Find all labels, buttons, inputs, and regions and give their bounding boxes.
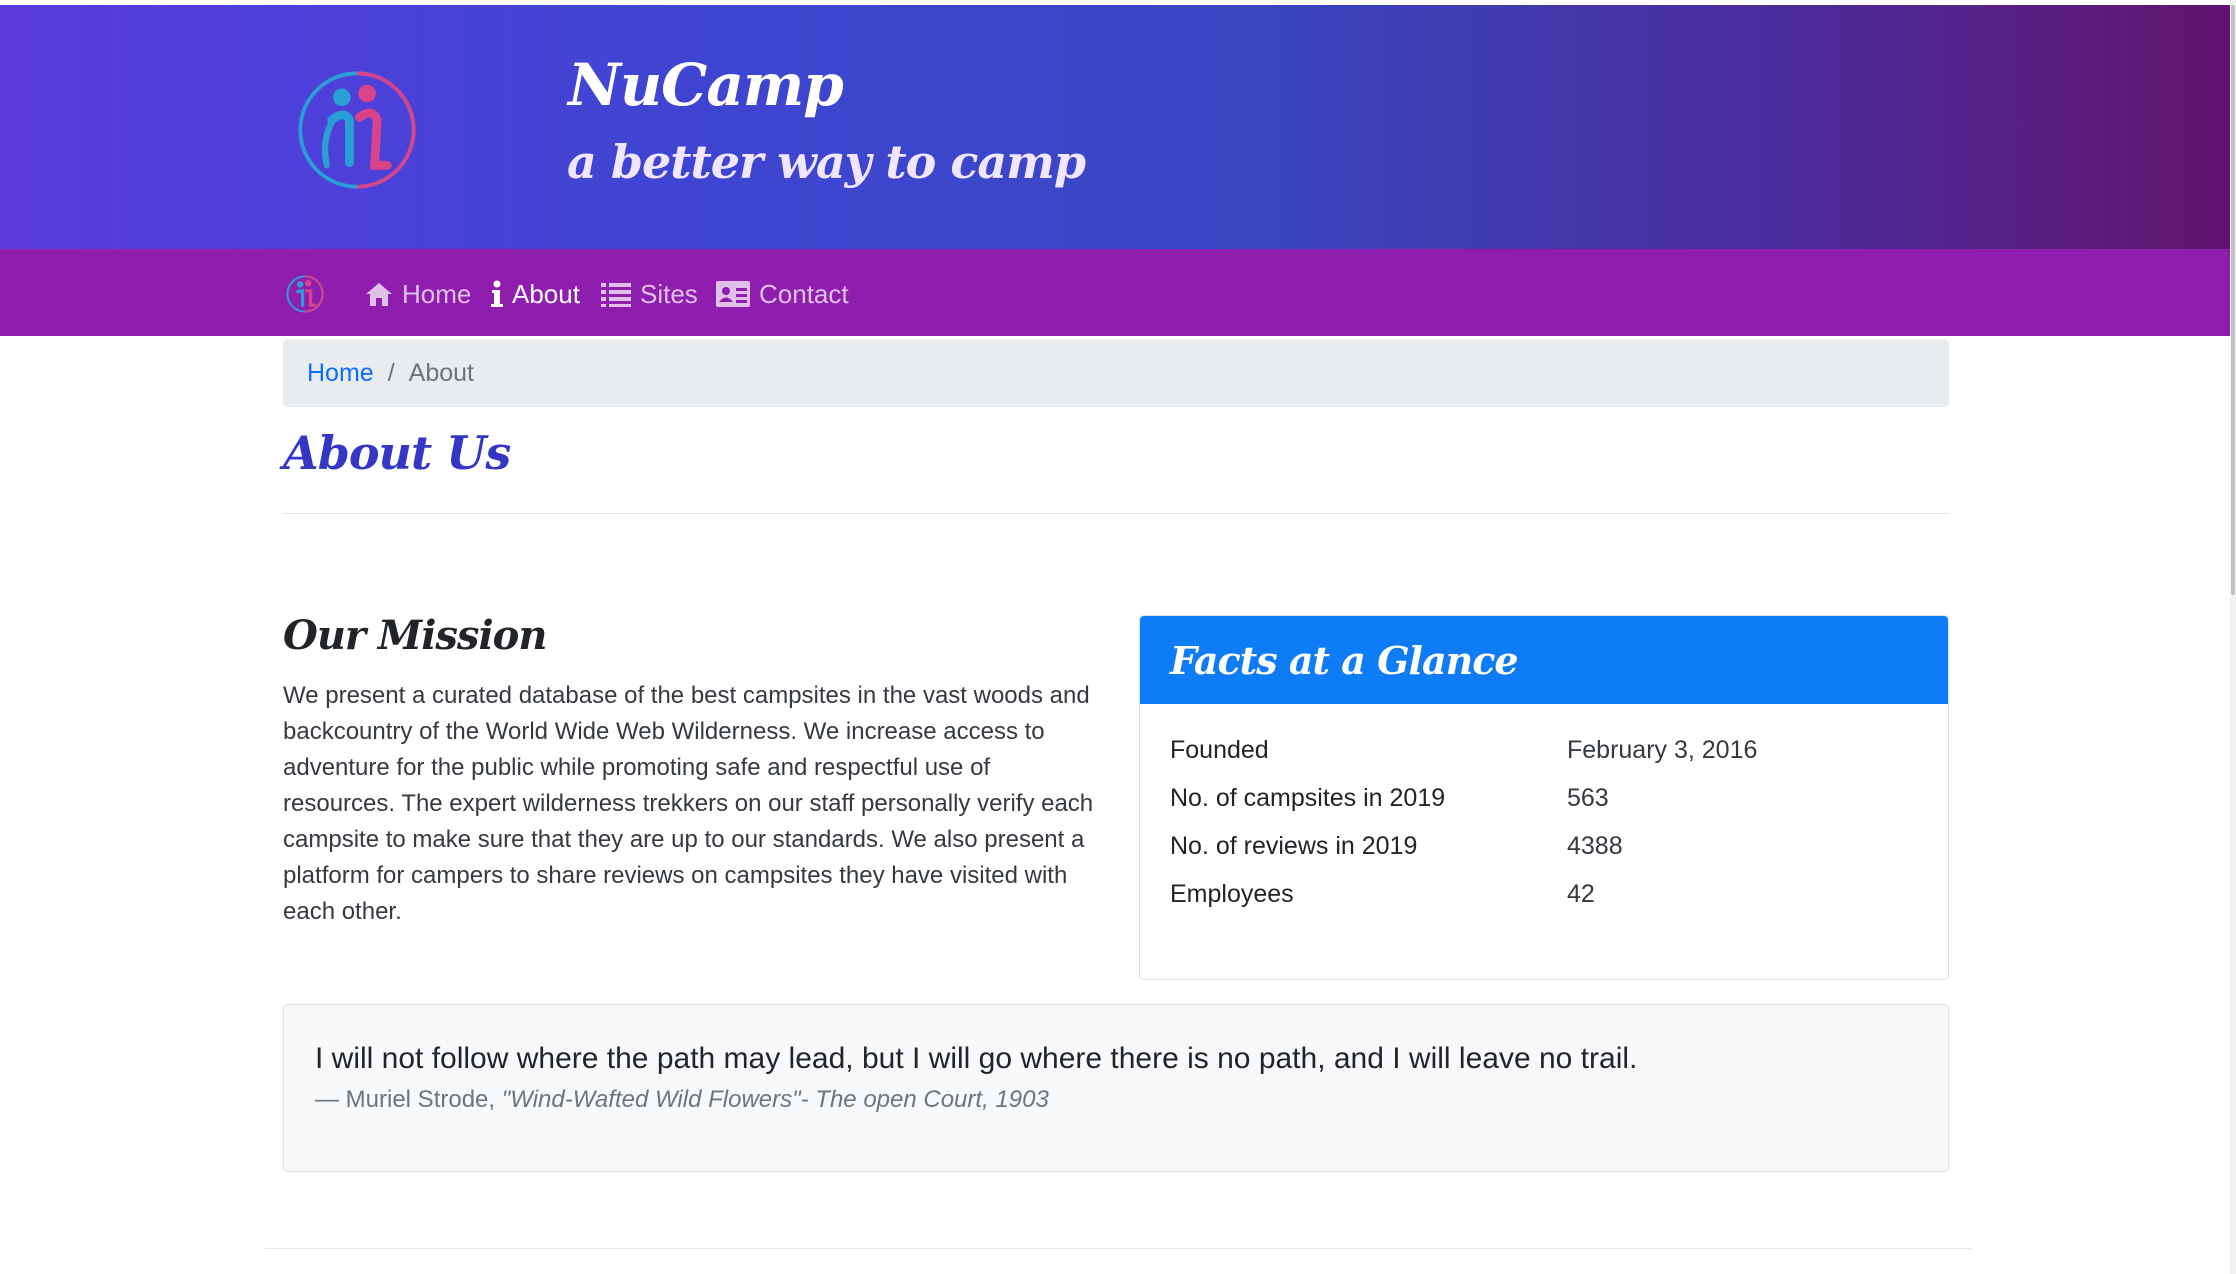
fact-label: Founded [1170, 736, 1269, 764]
info-icon [491, 280, 503, 307]
fact-label: No. of reviews in 2019 [1170, 832, 1418, 860]
nav-label-sites: Sites [640, 278, 698, 309]
footer-divider [265, 1248, 1971, 1249]
title-divider [283, 513, 1949, 514]
facts-list: Founded February 3, 2016 No. of campsite… [1170, 736, 1930, 928]
nav-label-home: Home [402, 278, 472, 309]
nav-link-contact[interactable]: Contact [715, 276, 849, 312]
navbar-logo[interactable] [285, 274, 325, 314]
quote-source: "Wind-Wafted Wild Flowers"- The open Cou… [501, 1086, 1049, 1113]
address-card-icon [716, 281, 750, 307]
quote-attribution: — Muriel Strode, "Wind-Wafted Wild Flowe… [315, 1086, 1049, 1114]
brand-tagline: a better way to camp [567, 135, 1086, 189]
quote-text: I will not follow where the path may lea… [315, 1042, 1638, 1075]
list-icon [601, 283, 631, 307]
breadcrumb-separator: / [387, 358, 395, 387]
breadcrumb: Home / About [283, 339, 1949, 407]
home-icon [366, 283, 392, 306]
quote-author: — Muriel Strode, [315, 1086, 496, 1113]
fact-value: 4388 [1567, 832, 1623, 860]
nav-link-about[interactable]: About [490, 276, 580, 312]
quote-card: I will not follow where the path may lea… [283, 1004, 1949, 1172]
mission-heading: Our Mission [283, 612, 547, 659]
facts-card-header: Facts at a Glance [1140, 616, 1948, 704]
fact-row-campsites: No. of campsites in 2019 563 [1170, 784, 1930, 832]
nav-link-home[interactable]: Home [364, 276, 471, 312]
facts-card-title: Facts at a Glance [1170, 637, 1519, 683]
fact-row-founded: Founded February 3, 2016 [1170, 736, 1930, 784]
fact-row-employees: Employees 42 [1170, 880, 1930, 928]
breadcrumb-current: About [408, 358, 474, 387]
fact-value: February 3, 2016 [1567, 736, 1758, 764]
brand-title: NuCamp [568, 51, 844, 119]
nav-label-about: About [512, 278, 580, 309]
fact-label: Employees [1170, 880, 1294, 908]
page-title: About Us [283, 426, 511, 480]
nav-link-sites[interactable]: Sites [600, 276, 698, 312]
site-header: NuCamp a better way to camp [0, 5, 2230, 249]
breadcrumb-home-link[interactable]: Home [307, 359, 374, 388]
fact-row-reviews: No. of reviews in 2019 4388 [1170, 832, 1930, 880]
main-navbar [0, 249, 2230, 336]
mission-paragraph: We present a curated database of the bes… [283, 682, 1094, 925]
scrollbar-thumb[interactable] [2231, 5, 2235, 595]
facts-card: Facts at a Glance Founded February 3, 20… [1139, 615, 1949, 980]
fact-value: 42 [1567, 880, 1595, 908]
fact-value: 563 [1567, 784, 1609, 812]
fact-label: No. of campsites in 2019 [1170, 784, 1446, 812]
nav-label-contact: Contact [759, 278, 849, 309]
nucamp-logo [298, 71, 416, 189]
